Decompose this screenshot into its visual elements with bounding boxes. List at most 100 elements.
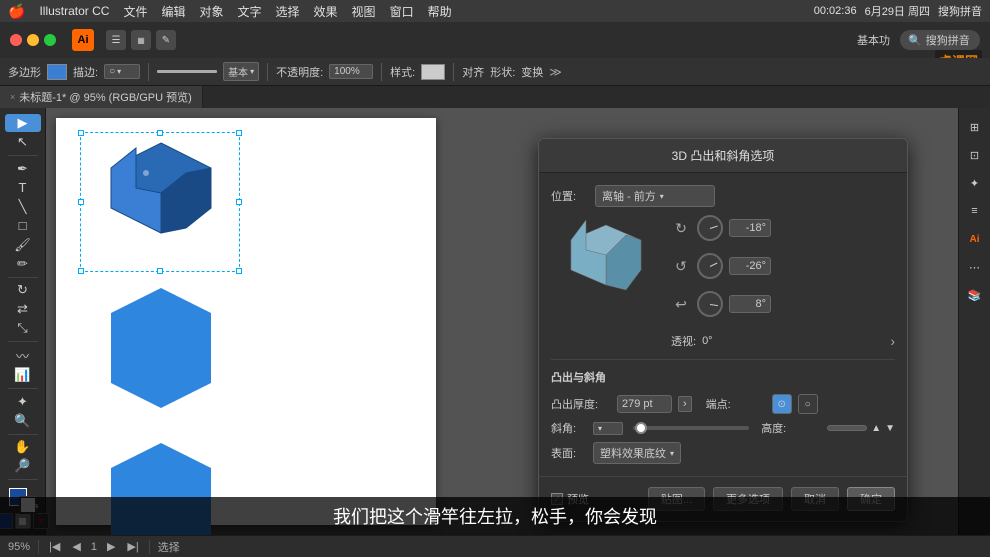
toolbar-btn-3[interactable]: ✎ [156,30,176,50]
rpanel-align[interactable]: ≡ [962,198,988,224]
apple-icon[interactable]: 🍎 [8,3,25,20]
tool-pen[interactable]: ✒ [5,160,41,178]
artboard [56,118,436,525]
more-options-icon[interactable]: ≫ [549,65,562,79]
menu-select[interactable]: 选择 [276,3,300,20]
tool-eyedropper[interactable]: 🔍 [5,412,41,430]
extrude-section-title-row: 凸出与斜角 [551,368,895,386]
cap-on-btn[interactable]: ⊙ [772,394,792,414]
stroke-style-dropdown[interactable]: 基本▾ [223,62,259,81]
active-tab[interactable]: × 未标题-1* @ 95% (RGB/GPU 预览) [0,86,203,108]
rpanel-properties[interactable]: ⋯ [962,254,988,280]
menu-effect[interactable]: 效果 [314,3,338,20]
bevel-dropdown[interactable]: ▾ [593,422,623,435]
menu-object[interactable]: 对象 [199,3,223,20]
rpanel-layers[interactable]: ⊞ [962,114,988,140]
opacity-input[interactable]: 100% [329,64,373,79]
tool-rect[interactable]: □ [5,217,41,235]
subtitle-text: 我们把这个滑竿往左拉，松手，你会发现 [333,507,657,527]
nav-last-btn[interactable]: ▶| [125,540,140,553]
tool-type[interactable]: T [5,179,41,197]
tool-rotate[interactable]: ↻ [5,281,41,299]
tool-line[interactable]: ╲ [5,198,41,216]
tool-symbol[interactable]: ✦ [5,393,41,411]
toolbar-btn-2[interactable]: ▦ [131,30,151,50]
status-text: 选择 [158,539,180,555]
perspective-expand-btn[interactable]: › [890,333,895,349]
tab-close-icon[interactable]: × [10,92,15,102]
height-input[interactable] [827,425,867,431]
tool-scale[interactable]: ⤡ [5,319,41,337]
fill-swatch[interactable] [47,64,67,80]
menu-edit[interactable]: 编辑 [161,3,185,20]
menu-help[interactable]: 帮助 [428,3,452,20]
tool-warp[interactable]: 〰 [5,346,41,365]
angle-input-1[interactable]: -18° [729,219,771,237]
tool-zoom[interactable]: 🔎 [5,457,41,475]
menu-window[interactable]: 窗口 [390,3,414,20]
tool-brush[interactable]: 🖌 [5,236,41,254]
rpanel-brush[interactable]: ⊡ [962,142,988,168]
maximize-button[interactable] [44,34,56,46]
extrude-depth-input[interactable]: 279 pt [617,395,672,413]
status-bar: 95% |◀ ◀ 1 ▶ ▶| 选择 [0,535,990,557]
handle-mr[interactable] [236,199,242,205]
tool-pencil[interactable]: ✏ [5,255,41,273]
dial-1[interactable] [697,215,723,241]
nav-next-btn[interactable]: ▶ [105,540,117,553]
rpanel-ai[interactable]: Ai [962,226,988,252]
title-bar: Ai ☰ ▦ ✎ 虎课网 基本功 🔍 搜狗拼音 [0,22,990,58]
perspective-row: 透视: 0° › [671,333,895,349]
menu-illustrator[interactable]: Illustrator CC [39,4,109,18]
search-box[interactable]: 🔍 搜狗拼音 [900,30,980,50]
bevel-slider[interactable] [633,426,749,430]
handle-tc[interactable] [157,130,163,136]
angles-section: ↻ -18° ↺ -26° [671,215,895,349]
tab-label: 未标题-1* @ 95% (RGB/GPU 预览) [19,89,192,105]
tool-hand[interactable]: ✋ [5,438,41,456]
handle-br[interactable] [236,268,242,274]
menu-file[interactable]: 文件 [123,3,147,20]
rpanel-symbol[interactable]: ✦ [962,170,988,196]
surface-caret: ▾ [670,449,674,458]
minimize-button[interactable] [27,34,39,46]
cap-off-btn[interactable]: ○ [798,394,818,414]
dial-3[interactable] [697,291,723,317]
stroke-dropdown[interactable]: ○▾ [104,64,140,79]
style-swatch[interactable] [421,64,445,80]
height-down-btn[interactable]: ▼ [885,423,895,434]
handle-ml[interactable] [78,199,84,205]
hex-group-1[interactable] [86,138,236,273]
hex-group-2[interactable] [86,283,236,418]
menu-text[interactable]: 文字 [238,3,262,20]
dial-2[interactable] [697,253,723,279]
nav-first-btn[interactable]: |◀ [47,540,62,553]
dialog-3d: 3D 凸出和斜角选项 位置: 离轴 - 前方 ▾ [538,138,908,522]
toolbar-btn-1[interactable]: ☰ [106,30,126,50]
close-button[interactable] [10,34,22,46]
handle-bl[interactable] [78,268,84,274]
rpanel-libraries[interactable]: 📚 [962,282,988,308]
preview-section: ↻ -18° ↺ -26° [551,215,895,349]
traffic-lights [10,34,56,46]
position-dropdown[interactable]: 离轴 - 前方 ▾ [595,185,715,207]
handle-tr[interactable] [236,130,242,136]
surface-dropdown[interactable]: 塑料效果底纹 ▾ [593,442,681,464]
handle-bc[interactable] [157,268,163,274]
tool-direct-select[interactable]: ↖ [5,133,41,151]
bevel-thumb[interactable] [635,422,647,434]
handle-tl[interactable] [78,130,84,136]
tool-select[interactable]: ▶ [5,114,41,132]
tool-graph[interactable]: 📊 [5,366,41,384]
angle-row-3: ↩ 8° [671,291,895,317]
height-up-btn[interactable]: ▲ [871,423,881,434]
angle-input-2[interactable]: -26° [729,257,771,275]
shape2-label: 形状: [490,64,515,80]
tool-reflect[interactable]: ⇄ [5,300,41,318]
nav-prev-btn[interactable]: ◀ [70,540,82,553]
title-bar-right: 基本功 🔍 搜狗拼音 [857,30,980,50]
angle-input-3[interactable]: 8° [729,295,771,313]
extrude-inc-btn[interactable]: › [678,396,692,412]
menu-view[interactable]: 视图 [352,3,376,20]
dialog-body: 位置: 离轴 - 前方 ▾ [539,173,907,476]
